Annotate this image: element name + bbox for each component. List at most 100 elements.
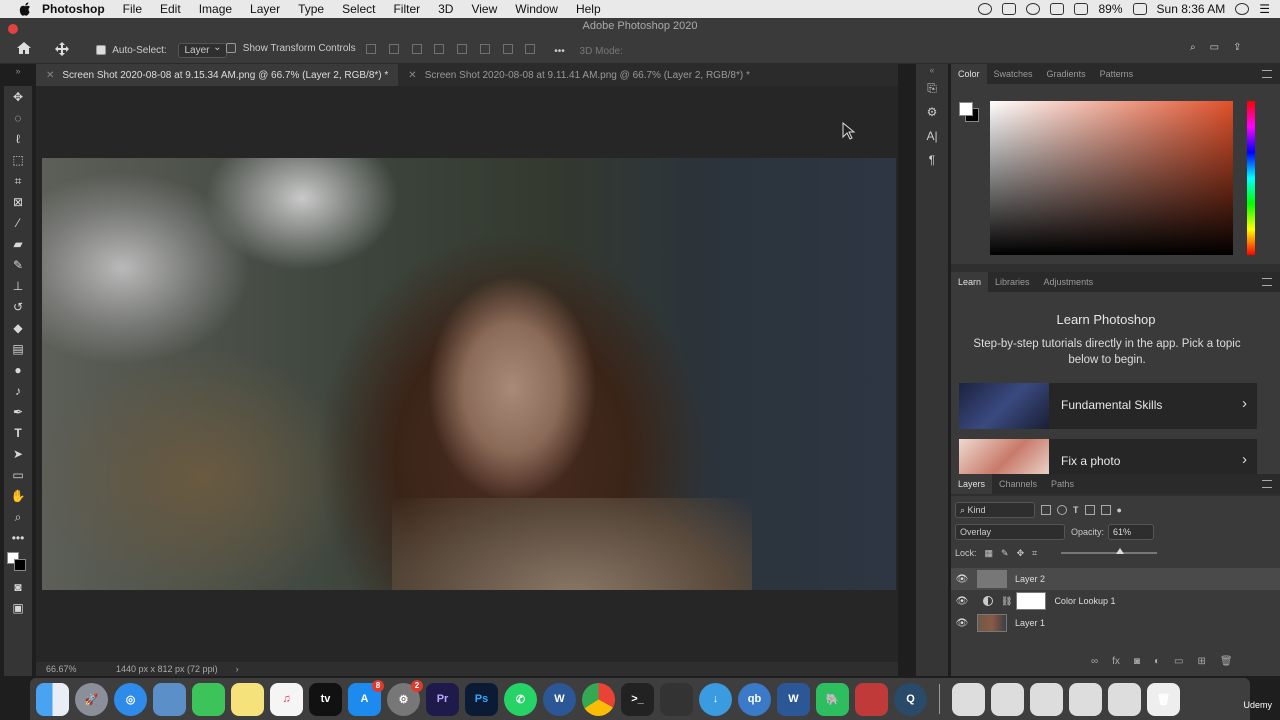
tab-adjustments[interactable]: Adjustments [1037,272,1101,292]
menu-layer[interactable]: Layer [250,2,280,16]
battery-percent[interactable]: 89% [1098,2,1122,16]
collapse-toolbar-icon[interactable]: » [4,66,32,80]
link-layers-icon[interactable]: ∞ [1091,656,1098,667]
auto-select-target-dropdown[interactable]: Layer [177,42,227,58]
gradient-tool[interactable]: ▤ [4,338,32,359]
new-group-icon[interactable]: ▭ [1174,656,1183,667]
blend-mode-dropdown[interactable]: Overlay [955,524,1065,540]
type-tool[interactable]: T [4,422,32,443]
apple-logo-icon[interactable] [18,2,32,16]
tab-libraries[interactable]: Libraries [988,272,1037,292]
history-panel-icon[interactable]: ⎘ [916,76,948,100]
status-chevron-icon[interactable]: › [236,664,239,674]
marquee-tool[interactable]: ◌ [4,107,32,128]
lock-artboard-icon[interactable]: ⌗ [1032,548,1037,559]
word-online-icon[interactable]: W [543,682,576,716]
trash-icon[interactable]: 🗑 [1147,682,1180,716]
visibility-eye-icon[interactable]: 👁 [951,574,973,585]
screen-mode-tool[interactable]: ▣ [4,597,32,618]
properties-panel-icon[interactable]: ⚙ [916,100,948,124]
vpn-icon[interactable] [1026,3,1041,15]
filter-toggle-icon[interactable]: ● [1117,505,1122,515]
move-tool-icon[interactable] [54,41,70,57]
layer-style-icon[interactable]: fx [1112,656,1120,667]
align-top-icon[interactable] [434,44,445,54]
system-preferences-icon[interactable]: ⚙ 2 [387,679,423,716]
share-icon[interactable]: ⇪ [1233,42,1241,53]
lasso-tool[interactable]: ℓ [4,128,32,149]
menubar-clock[interactable]: Sun 8:36 AM [1157,2,1226,16]
whatsapp-icon[interactable]: ✆ [504,682,537,716]
fg-color-swatch[interactable] [959,102,973,116]
zoom-level[interactable]: 66.67% [46,664,116,674]
stamp-tool[interactable]: ⊥ [4,275,32,296]
layer-row[interactable]: 👁 Layer 2 [951,568,1280,590]
panel-menu-icon[interactable] [1262,278,1272,286]
tab-layers[interactable]: Layers [951,474,993,494]
notes-icon[interactable] [231,682,264,716]
color-picker-field[interactable] [990,101,1233,255]
more-options-icon[interactable]: ••• [554,46,565,57]
screen-icon[interactable] [1002,3,1017,15]
qbittorrent-icon[interactable]: qb [738,682,771,716]
menu-image[interactable]: Image [199,2,232,16]
auto-select-checkbox[interactable] [96,45,106,56]
menu-app-name[interactable]: Photoshop [42,2,105,16]
layer-filter-kind-dropdown[interactable]: ⌕ Kind [955,502,1035,518]
visibility-eye-icon[interactable]: 👁 [951,596,973,607]
evernote-icon[interactable]: 🐘 [816,682,849,716]
recent-item-4[interactable] [1069,682,1102,716]
menu-filter[interactable]: Filter [393,2,420,16]
workspace-icon[interactable]: ▭ [1210,42,1219,53]
premiere-pro-icon[interactable]: Pr [426,682,459,716]
control-center-icon[interactable]: ☰ [1259,2,1270,16]
search-icon[interactable]: ⌕ [1190,42,1196,53]
brush-tool[interactable]: ✎ [4,254,32,275]
tutorial-card-fundamental-skills[interactable]: Fundamental Skills › [959,383,1257,429]
transform-controls-checkbox[interactable] [226,43,236,54]
crop-tool[interactable]: ⌗ [4,170,32,191]
background-color-swatch[interactable] [14,559,26,571]
tab-swatches[interactable]: Swatches [987,64,1040,84]
panel-menu-icon[interactable] [1262,70,1272,78]
add-mask-icon[interactable]: ◙ [1134,656,1140,667]
tab-paths[interactable]: Paths [1044,474,1081,494]
opacity-slider-knob[interactable] [1115,548,1124,554]
document-info[interactable]: 1440 px x 812 px (72 ppi) [116,664,218,674]
history-brush-tool[interactable]: ↺ [4,296,32,317]
siri-icon[interactable] [1235,3,1250,15]
new-adjustment-icon[interactable]: ◐ [1154,656,1160,667]
filter-pixel-icon[interactable] [1041,505,1051,515]
edit-toolbar[interactable]: ••• [4,527,32,548]
filter-shape-icon[interactable] [1084,505,1095,515]
recent-item-1[interactable] [952,682,985,716]
layer-name[interactable]: Layer 1 [1015,618,1045,628]
lock-brush-icon[interactable]: ✎ [1001,548,1009,559]
word-icon[interactable]: W [777,682,810,716]
distribute-vertical-icon[interactable] [525,44,536,54]
quick-select-tool[interactable]: ⬚ [4,149,32,170]
filter-smart-object-icon[interactable] [1100,505,1111,515]
color-swatches[interactable] [4,548,32,576]
zoom-tool[interactable]: ⌕ [4,506,32,527]
blur-tool[interactable]: ● [4,359,32,380]
tab-channels[interactable]: Channels [992,474,1044,494]
eraser-tool[interactable]: ◆ [4,317,32,338]
app-store-icon[interactable]: A8 [348,679,384,716]
dodge-tool[interactable]: ♪ [4,380,32,401]
chain-link-icon[interactable]: ⛓ [1001,596,1012,607]
preview-icon[interactable] [153,682,186,716]
flag-icon[interactable] [1074,3,1089,15]
battery-icon[interactable] [1132,3,1147,15]
tab-gradients[interactable]: Gradients [1040,64,1093,84]
lock-position-icon[interactable]: ✥ [1017,548,1025,559]
photoshop-icon[interactable]: Ps [465,682,498,716]
activity-monitor-icon[interactable] [660,682,693,716]
tab-color[interactable]: Color [951,64,987,84]
healing-tool[interactable]: ▰ [4,233,32,254]
tab-patterns[interactable]: Patterns [1093,64,1141,84]
tab-learn[interactable]: Learn [951,272,989,292]
filter-type-icon[interactable]: T [1073,505,1079,515]
new-layer-icon[interactable]: ⊞ [1197,656,1205,667]
launchpad-icon[interactable]: 🚀 [75,682,108,716]
